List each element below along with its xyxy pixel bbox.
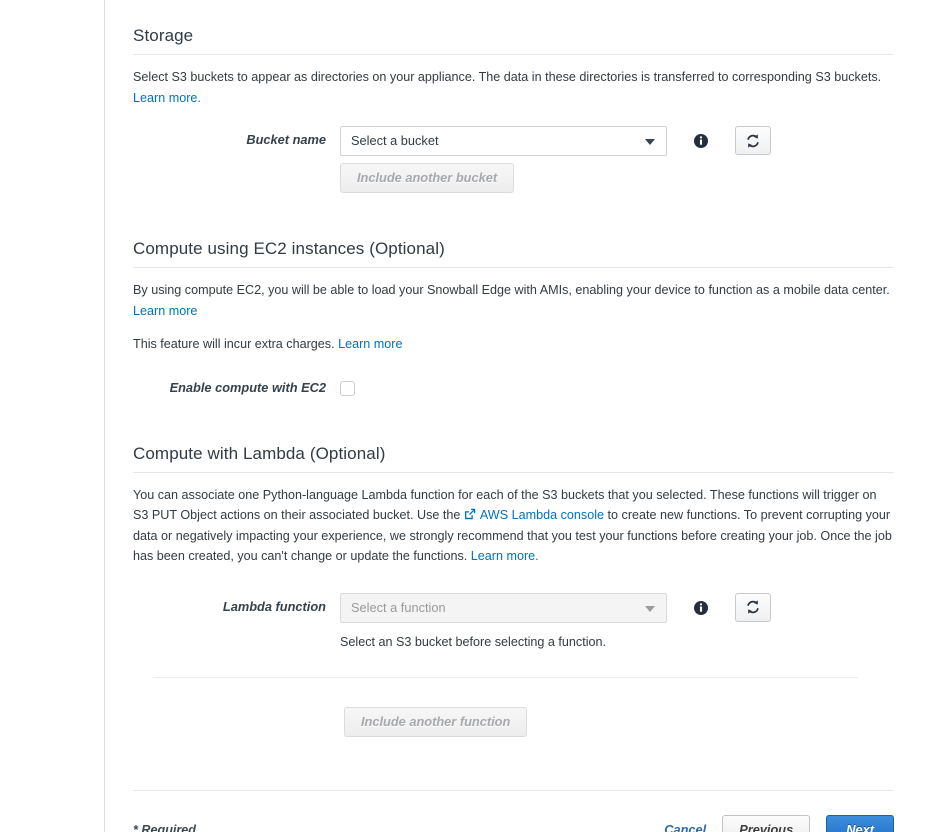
page-root: Storage Select S3 buckets to appear as d… (0, 0, 942, 832)
lambda-function-select-value: Select a function (351, 599, 446, 615)
form-footer: * Required Cancel Previous Next (133, 814, 894, 832)
ec2-description: By using compute EC2, you will be able t… (133, 280, 894, 321)
refresh-icon (747, 134, 759, 148)
enable-ec2-field (340, 376, 894, 396)
refresh-icon (747, 600, 759, 614)
lambda-description: You can associate one Python-language La… (133, 485, 894, 567)
enable-compute-ec2-checkbox[interactable] (340, 380, 355, 396)
bucket-name-label: Bucket name (246, 132, 326, 147)
form-content: Storage Select S3 buckets to appear as d… (105, 0, 942, 832)
lambda-function-select[interactable]: Select a function (340, 592, 667, 623)
bucket-select[interactable]: Select a bucket (340, 126, 667, 156)
enable-ec2-label: Enable compute with EC2 (169, 379, 326, 395)
chevron-down-icon (645, 605, 655, 612)
cancel-button[interactable]: Cancel (664, 815, 706, 832)
required-note: * Required (133, 822, 196, 832)
lambda-function-field: Select a function Select an S3 bucket be… (340, 592, 894, 651)
ec2-learn-more-link[interactable]: Learn more (133, 304, 197, 318)
info-icon[interactable] (694, 600, 709, 615)
info-icon[interactable] (694, 134, 709, 148)
ec2-charges-note: This feature will incur extra charges. L… (133, 334, 894, 355)
storage-description: Select S3 buckets to appear as directori… (133, 67, 894, 108)
storage-title-rule (133, 54, 894, 55)
include-function-wrapper: Include another function (133, 706, 894, 737)
ec2-charges-learn-more-link[interactable]: Learn more (338, 337, 402, 351)
storage-learn-more-link[interactable]: Learn more. (133, 91, 201, 105)
aws-lambda-console-link[interactable]: AWS Lambda console (480, 508, 604, 522)
lambda-learn-more-link[interactable]: Learn more. (471, 549, 539, 563)
section-ec2: Compute using EC2 instances (Optional) B… (133, 239, 894, 396)
footer-divider (133, 789, 894, 791)
include-another-bucket-button[interactable]: Include another bucket (340, 163, 515, 193)
bucket-select-value: Select a bucket (351, 133, 439, 148)
next-button[interactable]: Next (826, 814, 894, 832)
section-storage: Storage Select S3 buckets to appear as d… (133, 0, 894, 193)
ec2-section-title: Compute using EC2 instances (Optional) (133, 239, 445, 258)
storage-section-title: Storage (133, 26, 194, 45)
section-lambda: Compute with Lambda (Optional) You can a… (133, 444, 894, 737)
enable-ec2-row: Enable compute with EC2 (133, 376, 894, 396)
bucket-name-row: Bucket name Select a bucket Include anot… (133, 126, 894, 193)
ec2-title-rule (133, 267, 894, 268)
chevron-down-icon (645, 139, 655, 145)
lambda-function-row: Lambda function Select a function Select… (133, 592, 894, 651)
refresh-buckets-button[interactable] (734, 126, 771, 155)
lambda-section-title: Compute with Lambda (Optional) (133, 443, 386, 463)
storage-description-text: Select S3 buckets to appear as directori… (133, 70, 882, 84)
ec2-description-text: By using compute EC2, you will be able t… (133, 283, 890, 297)
previous-button[interactable]: Previous (722, 814, 811, 832)
lambda-function-helper-text: Select an S3 bucket before selecting a f… (340, 634, 607, 649)
lambda-function-label: Lambda function (222, 598, 326, 614)
lambda-inner-divider (153, 676, 858, 678)
footer-actions: Cancel Previous Next (664, 814, 894, 832)
external-link-icon (464, 506, 476, 520)
ec2-charges-text: This feature will incur extra charges. (133, 337, 339, 351)
include-another-function-button[interactable]: Include another function (344, 706, 528, 737)
refresh-functions-button[interactable] (734, 592, 771, 622)
lambda-title-rule (133, 471, 894, 473)
bucket-name-field: Select a bucket Include another bucket (340, 126, 894, 193)
